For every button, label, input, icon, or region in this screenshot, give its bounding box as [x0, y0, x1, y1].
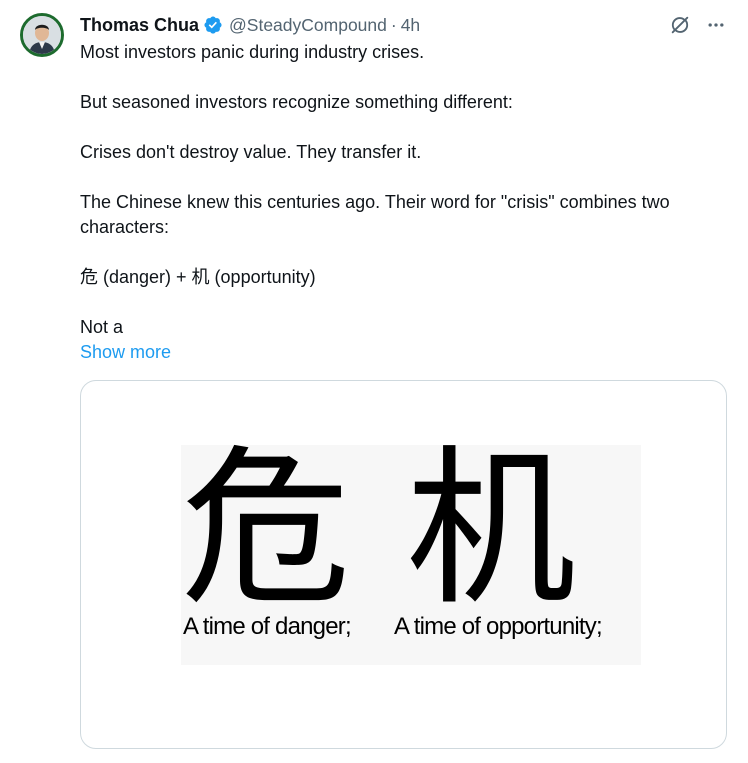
timestamp[interactable]: 4h [401, 15, 420, 36]
tweet-paragraph: Crises don't destroy value. They transfe… [80, 142, 422, 162]
tweet-paragraph: Most investors panic during industry cri… [80, 42, 425, 62]
avatar[interactable] [20, 13, 64, 57]
user-photo-avatar [23, 16, 61, 54]
show-more-link[interactable]: Show more [80, 340, 171, 365]
opportunity-character: 机 [406, 431, 577, 629]
tweet-actions [668, 12, 728, 38]
verified-badge-icon[interactable] [203, 15, 223, 35]
tweet-paragraph: The Chinese knew this centuries ago. The… [80, 192, 670, 237]
user-handle[interactable]: @SteadyCompound [229, 15, 387, 36]
opportunity-caption: A time of opportunity; [394, 613, 603, 640]
display-name[interactable]: Thomas Chua [80, 15, 199, 36]
danger-caption: A time of danger; [183, 613, 352, 640]
tweet-text: Most investors panic during industry cri… [80, 40, 730, 340]
more-horizontal-icon[interactable] [704, 12, 728, 38]
tweet-paragraph: 危 (danger) + 机 (opportunity) [80, 267, 316, 287]
separator-dot: · [390, 14, 397, 35]
tweet-paragraph: But seasoned investors recognize somethi… [80, 92, 513, 112]
grok-icon[interactable] [668, 12, 692, 38]
tweet-paragraph: Not a [80, 317, 124, 337]
tweet-header: Thomas Chua @SteadyCompound · 4h [80, 13, 420, 37]
danger-character: 危 [181, 431, 352, 629]
media-image[interactable]: 危 机 A time of danger; A time of opportun… [80, 380, 727, 749]
